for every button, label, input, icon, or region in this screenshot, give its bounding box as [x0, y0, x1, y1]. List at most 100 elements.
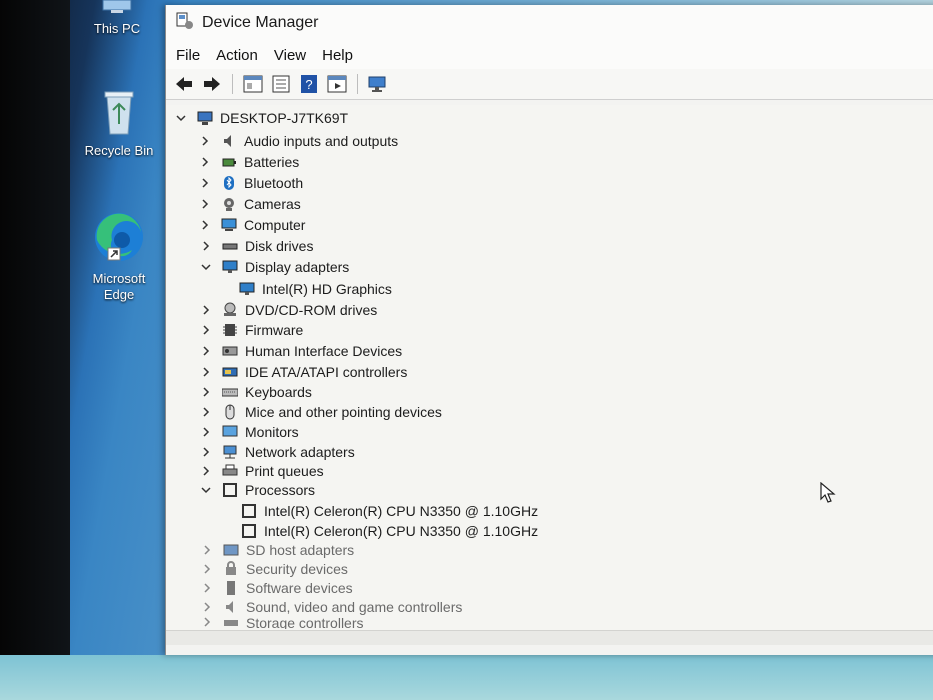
chevron-down-icon[interactable] [199, 260, 213, 274]
tree-item-label: Disk drives [245, 238, 314, 254]
device-manager-icon [176, 12, 194, 35]
desktop-icon-label: Recycle Bin [84, 143, 154, 158]
mouse-icon [221, 404, 239, 420]
menu-file[interactable]: File [176, 47, 200, 64]
tree-category[interactable]: Software devices [200, 578, 353, 598]
tree-item-label: Display adapters [245, 259, 350, 275]
show-hidden-icon[interactable] [269, 73, 293, 95]
chevron-down-icon[interactable] [199, 483, 213, 497]
tree-category[interactable]: Audio inputs and outputs [198, 131, 398, 151]
toolbar: ? [166, 69, 933, 100]
battery-icon [220, 154, 238, 170]
tree-device[interactable]: Intel(R) Celeron(R) CPU N3350 @ 1.10GHz [240, 521, 538, 541]
title-bar[interactable]: Device Manager [166, 5, 933, 41]
run-icon[interactable] [325, 73, 349, 95]
tree-category-expanded[interactable]: Display adapters [199, 257, 349, 277]
chevron-right-icon[interactable] [199, 303, 213, 317]
tree-item-label: Intel(R) HD Graphics [262, 281, 392, 297]
tree-category[interactable]: Sound, video and game controllers [200, 597, 462, 617]
chevron-right-icon[interactable] [198, 197, 212, 211]
properties-icon[interactable] [241, 73, 265, 95]
printer-icon [221, 463, 239, 479]
chevron-right-icon[interactable] [198, 218, 212, 232]
chevron-right-icon[interactable] [200, 581, 214, 595]
chevron-right-icon[interactable] [198, 176, 212, 190]
tree-category[interactable]: Storage controllers [200, 615, 364, 629]
tree-category[interactable]: Network adapters [199, 442, 355, 462]
ide-icon [221, 364, 239, 380]
desktop-icon-recycle-bin[interactable]: Recycle Bin [74, 88, 164, 159]
tree-item-label: Intel(R) Celeron(R) CPU N3350 @ 1.10GHz [264, 503, 539, 519]
screen-bezel [0, 0, 70, 700]
chevron-right-icon[interactable] [199, 464, 213, 478]
tree-category[interactable]: Batteries [198, 152, 299, 172]
menu-view[interactable]: View [274, 47, 306, 64]
this-pc-icon [72, 0, 162, 17]
menu-help[interactable]: Help [322, 47, 353, 64]
edge-icon [74, 210, 164, 267]
svg-text:?: ? [305, 77, 312, 92]
tree-category[interactable]: Security devices [200, 559, 348, 579]
menu-action[interactable]: Action [216, 47, 258, 64]
chevron-right-icon[interactable] [199, 425, 213, 439]
tree-category[interactable]: SD host adapters [200, 540, 354, 560]
tree-category[interactable]: IDE ATA/ATAPI controllers [199, 362, 407, 382]
software-device-icon [222, 580, 240, 596]
chevron-right-icon[interactable] [199, 445, 213, 459]
chevron-right-icon[interactable] [200, 543, 214, 557]
horizontal-scrollbar[interactable] [166, 630, 933, 645]
tree-item-label: Firmware [245, 322, 304, 338]
device-manager-window: Device Manager File Action View Help ? D… [165, 5, 933, 655]
chevron-right-icon[interactable] [199, 344, 213, 358]
chevron-right-icon[interactable] [199, 405, 213, 419]
tree-device[interactable]: Intel(R) HD Graphics [238, 279, 392, 299]
chevron-right-icon[interactable] [198, 134, 212, 148]
processor-icon [221, 482, 239, 498]
tree-category[interactable]: Print queues [199, 461, 324, 481]
chevron-right-icon[interactable] [199, 365, 213, 379]
tree-device[interactable]: Intel(R) Celeron(R) CPU N3350 @ 1.10GHz [240, 501, 538, 521]
desktop-icon-edge[interactable]: Microsoft Edge [74, 210, 164, 303]
tree-item-label: Print queues [245, 463, 324, 479]
chevron-down-icon[interactable] [174, 111, 188, 125]
security-icon [222, 561, 240, 577]
tree-root[interactable]: DESKTOP-J7TK69T [174, 108, 348, 128]
back-icon[interactable] [172, 73, 196, 95]
chevron-right-icon[interactable] [199, 385, 213, 399]
tree-category-expanded[interactable]: Processors [199, 480, 315, 500]
tree-item-label: Mice and other pointing devices [245, 404, 442, 420]
computer-name: DESKTOP-J7TK69T [220, 110, 349, 126]
desktop-icon-this-pc[interactable]: This PC [72, 0, 162, 37]
chevron-right-icon[interactable] [200, 600, 214, 614]
scan-hardware-icon[interactable] [366, 73, 390, 95]
tree-category[interactable]: Human Interface Devices [199, 341, 402, 361]
tree-category[interactable]: Bluetooth [198, 173, 303, 193]
network-icon [221, 444, 239, 460]
tree-category[interactable]: Monitors [199, 422, 299, 442]
chevron-right-icon[interactable] [200, 562, 214, 576]
hid-icon [221, 343, 239, 359]
tree-category[interactable]: Mice and other pointing devices [199, 402, 442, 422]
sd-icon [222, 542, 240, 558]
help-icon[interactable]: ? [297, 73, 321, 95]
display-adapter-icon [238, 281, 256, 297]
firmware-icon [221, 322, 239, 338]
tree-category[interactable]: Computer [198, 215, 305, 235]
chevron-right-icon[interactable] [198, 155, 212, 169]
computer-icon [196, 110, 214, 126]
chevron-right-icon[interactable] [199, 323, 213, 337]
forward-icon[interactable] [200, 73, 224, 95]
tree-category[interactable]: Disk drives [199, 236, 313, 256]
chevron-right-icon[interactable] [200, 615, 214, 629]
bluetooth-icon [220, 175, 238, 191]
tree-category[interactable]: DVD/CD-ROM drives [199, 300, 377, 320]
display-adapter-icon [221, 259, 239, 275]
speaker-icon [220, 133, 238, 149]
tree-category[interactable]: Cameras [198, 194, 301, 214]
chevron-right-icon[interactable] [199, 239, 213, 253]
tree-item-label: Computer [244, 217, 306, 233]
tree-category[interactable]: Firmware [199, 320, 303, 340]
tree-category[interactable]: Keyboards [199, 382, 312, 402]
toolbar-separator [232, 74, 233, 94]
camera-icon [220, 196, 238, 212]
